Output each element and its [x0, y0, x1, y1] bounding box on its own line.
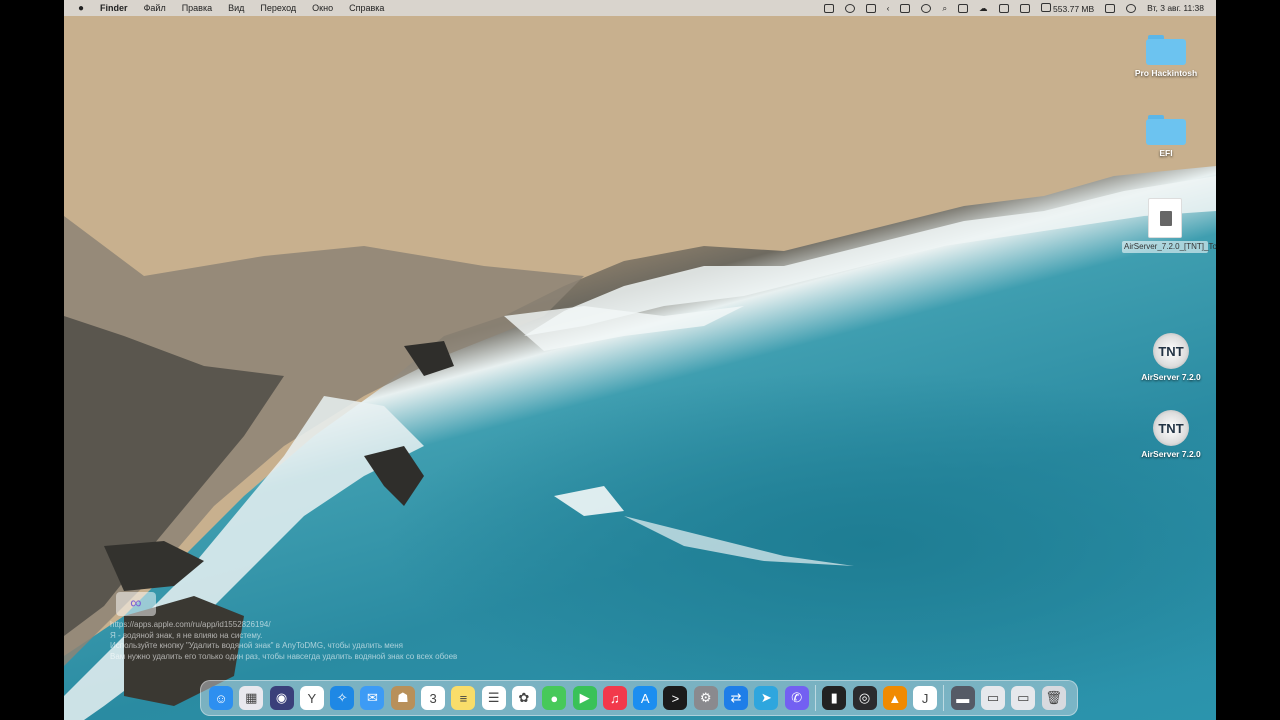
- menu-help[interactable]: Справка: [349, 3, 384, 13]
- desktop-icon-airserver-volume-1[interactable]: TNT AirServer 7.2.0: [1131, 333, 1211, 382]
- siri-menu-icon[interactable]: [1126, 3, 1137, 13]
- clock[interactable]: Вт, 3 авг. 11:38: [1147, 3, 1204, 13]
- folder-icon: [1146, 35, 1186, 65]
- messages-icon[interactable]: ●: [542, 686, 567, 710]
- dock: ☺ ▦ ◉ Y ✧ ✉ ☗ 3 ≡ ☰ ✿ ● ▶ ♫ A > ⚙ ⇄ ➤ ✆ ▮ ◎ ▲ J ▬ ▭ ▭ 🗑: [200, 680, 1078, 716]
- menu-file[interactable]: Файл: [144, 3, 166, 13]
- mail-icon[interactable]: ✉: [360, 686, 385, 710]
- calendar-icon[interactable]: 3: [421, 686, 446, 710]
- sync-status-icon[interactable]: [844, 3, 855, 13]
- dock-separator: [943, 685, 945, 711]
- desktop-icon-label: AirServer 7.2.0: [1141, 372, 1201, 382]
- memory-indicator[interactable]: 553.77 MB: [1040, 2, 1095, 14]
- finder-icon[interactable]: ☺: [209, 686, 233, 710]
- piano-icon[interactable]: ▮: [822, 686, 847, 710]
- display-icon[interactable]: [1019, 3, 1030, 13]
- chevron-left-icon[interactable]: ‹: [887, 3, 890, 13]
- watermark-line: Я - водяной знак, я не влияю на систему.: [110, 630, 263, 640]
- memory-value: 553.77 MB: [1053, 3, 1095, 14]
- watermark: ∞ https://apps.apple.com/ru/app/id155282…: [110, 592, 610, 662]
- yandex-browser-icon[interactable]: Y: [299, 686, 324, 710]
- anytodmg-logo-icon: ∞: [116, 592, 156, 616]
- desktop-icon-efi[interactable]: EFI: [1126, 115, 1206, 158]
- music-icon[interactable]: ♫: [602, 686, 627, 710]
- menu-bar: ● Finder Файл Правка Вид Переход Окно Сп…: [64, 0, 1216, 16]
- downloads-stack-icon[interactable]: ▭: [981, 686, 1006, 710]
- anytodmg-icon[interactable]: J: [913, 686, 938, 710]
- desktop-screen: ● Finder Файл Правка Вид Переход Окно Сп…: [64, 0, 1216, 720]
- dock-separator: [814, 685, 816, 711]
- menu-view[interactable]: Вид: [228, 3, 244, 13]
- documents-stack-icon[interactable]: ▭: [1011, 686, 1036, 710]
- vlc-icon[interactable]: ▲: [882, 686, 907, 710]
- status-dot-icon[interactable]: [921, 3, 932, 13]
- cloud-icon[interactable]: ☁: [979, 3, 988, 14]
- menu-go[interactable]: Переход: [260, 3, 296, 13]
- disk-volume-icon: TNT: [1153, 333, 1189, 369]
- terminal-icon[interactable]: >: [663, 686, 688, 710]
- telegram-icon[interactable]: ➤: [754, 686, 779, 710]
- viber-icon[interactable]: ✆: [784, 686, 809, 710]
- photos-icon[interactable]: ✿: [511, 686, 536, 710]
- app-store-icon[interactable]: A: [633, 686, 658, 710]
- teamviewer-icon[interactable]: ⇄: [724, 686, 749, 710]
- facetime-icon[interactable]: ▶: [572, 686, 597, 710]
- trash-icon[interactable]: 🗑: [1041, 686, 1066, 710]
- media-folder-icon[interactable]: ▬: [950, 686, 975, 710]
- watermark-line: https://apps.apple.com/ru/app/id15528261…: [110, 620, 271, 629]
- chat-icon[interactable]: [998, 3, 1009, 13]
- desktop-icon-pro-hackintosh[interactable]: Pro Hackintosh: [1126, 35, 1206, 78]
- control-center-icon[interactable]: [1105, 3, 1116, 13]
- system-preferences-icon[interactable]: ⚙: [693, 686, 718, 710]
- launchpad-icon[interactable]: ▦: [239, 686, 264, 710]
- desktop-icon-label: AirServer 7.2.0: [1141, 449, 1201, 459]
- watermark-line: Используйте кнопку "Удалить водяной знак…: [110, 641, 403, 650]
- disk-utility-icon[interactable]: ◎: [852, 686, 877, 710]
- clipboard-icon[interactable]: [900, 3, 911, 13]
- menu-edit[interactable]: Правка: [182, 3, 212, 13]
- desktop-icon-label: Pro Hackintosh: [1134, 68, 1198, 78]
- teamviewer-status-icon[interactable]: [958, 3, 969, 13]
- upload-status-icon[interactable]: [823, 3, 834, 13]
- menu-window[interactable]: Окно: [312, 3, 333, 13]
- desktop-icon-airserver-volume-2[interactable]: TNT AirServer 7.2.0: [1131, 410, 1211, 459]
- disk-volume-icon: TNT: [1153, 410, 1189, 446]
- desktop-icon-airserver-dmg[interactable]: AirServer_7.2.0_[TNT]_Tor....net.dmg: [1122, 198, 1216, 253]
- app-menu-finder[interactable]: Finder: [100, 3, 128, 13]
- memory-icon: [1040, 2, 1051, 12]
- safari-icon[interactable]: ✧: [330, 686, 355, 710]
- folder-icon: [1146, 115, 1186, 145]
- search-icon[interactable]: ⌕: [942, 3, 947, 14]
- notes-icon[interactable]: ≡: [451, 686, 476, 710]
- siri-icon[interactable]: ◉: [269, 686, 294, 710]
- watermark-line: Вам нужно удалить его только один раз, ч…: [110, 651, 458, 661]
- desktop-icon-label: AirServer_7.2.0_[TNT]_Tor....net.dmg: [1122, 241, 1216, 253]
- apple-menu-icon[interactable]: ●: [78, 3, 84, 14]
- reminders-icon[interactable]: ☰: [481, 686, 506, 710]
- dmg-file-icon: [1148, 198, 1182, 238]
- desktop-icon-label: EFI: [1159, 148, 1173, 158]
- screen-capture-icon[interactable]: [865, 3, 876, 13]
- contacts-icon[interactable]: ☗: [390, 686, 415, 710]
